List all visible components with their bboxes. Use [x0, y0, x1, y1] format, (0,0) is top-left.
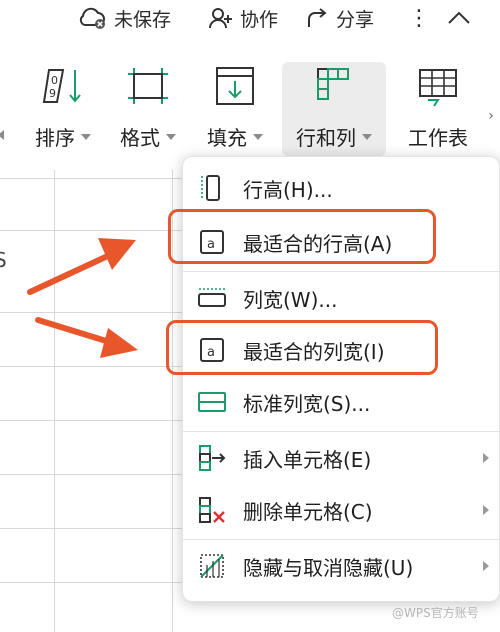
- menu-divider: [183, 431, 500, 432]
- worksheet-icon: [414, 62, 462, 110]
- hide-unhide-icon: [195, 549, 229, 583]
- worksheet-button[interactable]: 工作表: [400, 62, 476, 156]
- fill-button[interactable]: 填充: [200, 62, 270, 156]
- share-label: 分享: [336, 8, 375, 31]
- format-label: 格式: [120, 126, 160, 150]
- sort-label: 排序: [35, 126, 75, 150]
- sort-button[interactable]: 0 9 排序: [28, 62, 98, 156]
- column-width-icon: [195, 281, 229, 315]
- fill-label: 填充: [207, 126, 247, 150]
- share-icon: [306, 6, 330, 30]
- sort-icon: 0 9: [41, 62, 85, 110]
- row-col-icon: [310, 62, 358, 110]
- rows-columns-label: 行和列: [296, 126, 356, 150]
- menu-divider: [183, 539, 500, 540]
- collaborate-label: 协作: [240, 8, 279, 31]
- add-user-icon: [208, 6, 234, 30]
- column-letter: S: [0, 248, 7, 272]
- rows-columns-button[interactable]: 行和列: [282, 62, 386, 156]
- format-icon: [124, 62, 172, 110]
- format-button[interactable]: 格式: [113, 62, 183, 156]
- delete-cells-icon: [195, 493, 229, 527]
- menu-item-hide-unhide[interactable]: 隐藏与取消隐藏(U): [183, 541, 500, 591]
- top-bar: 未保存 协作 分享 ⋮: [0, 0, 500, 36]
- scroll-left-icon[interactable]: [0, 130, 4, 140]
- fill-icon: [213, 62, 257, 110]
- rows-columns-caret-icon: [362, 133, 372, 140]
- menu-label: 行高(H)...: [243, 177, 333, 202]
- menu-divider: [183, 271, 500, 272]
- menu-label: 隐藏与取消隐藏(U): [243, 555, 414, 580]
- menu-item-column-width[interactable]: 列宽(W)...: [183, 273, 500, 323]
- menu-label: 删除单元格(C): [243, 499, 373, 524]
- worksheet-label: 工作表: [408, 126, 468, 150]
- submenu-arrow-icon: [483, 505, 489, 515]
- menu-item-insert-cells[interactable]: 插入单元格(E): [183, 433, 500, 483]
- sort-caret-icon: [81, 133, 91, 140]
- highlight-box-autofit-column: [166, 320, 438, 375]
- svg-text:9: 9: [49, 87, 56, 100]
- share-button[interactable]: 分享: [306, 4, 374, 32]
- more-options-icon[interactable]: ⋮: [408, 4, 430, 32]
- menu-item-delete-cells[interactable]: 删除单元格(C): [183, 485, 500, 535]
- ribbon-toolbar: 0 9 排序 格式 填充 行和列 工作表 ›: [0, 56, 500, 156]
- highlight-box-autofit-row: [168, 209, 436, 264]
- menu-label: 插入单元格(E): [243, 447, 372, 472]
- menu-label: 标准列宽(S)...: [243, 391, 371, 416]
- row-height-icon: [195, 171, 229, 205]
- standard-width-icon: [195, 385, 229, 419]
- menu-item-standard-width[interactable]: 标准列宽(S)...: [183, 377, 500, 427]
- scroll-right-icon[interactable]: ›: [482, 96, 500, 136]
- menu-item-row-height[interactable]: 行高(H)...: [183, 163, 500, 213]
- submenu-arrow-icon: [483, 453, 489, 463]
- watermark: @WPS官方账号: [392, 606, 479, 620]
- format-caret-icon: [166, 133, 176, 140]
- menu-label: 列宽(W)...: [243, 287, 338, 312]
- submenu-arrow-icon: [483, 561, 489, 571]
- svg-text:0: 0: [51, 74, 58, 87]
- cloud-unsaved-icon: [78, 6, 108, 30]
- insert-cells-icon: [195, 441, 229, 475]
- unsaved-label: 未保存: [114, 8, 172, 31]
- more-glyph: ⋮: [408, 5, 430, 31]
- fill-caret-icon: [253, 133, 263, 140]
- collapse-ribbon-icon[interactable]: [446, 4, 472, 32]
- collaborate-button[interactable]: 协作: [208, 4, 278, 32]
- unsaved-status[interactable]: 未保存: [78, 4, 171, 32]
